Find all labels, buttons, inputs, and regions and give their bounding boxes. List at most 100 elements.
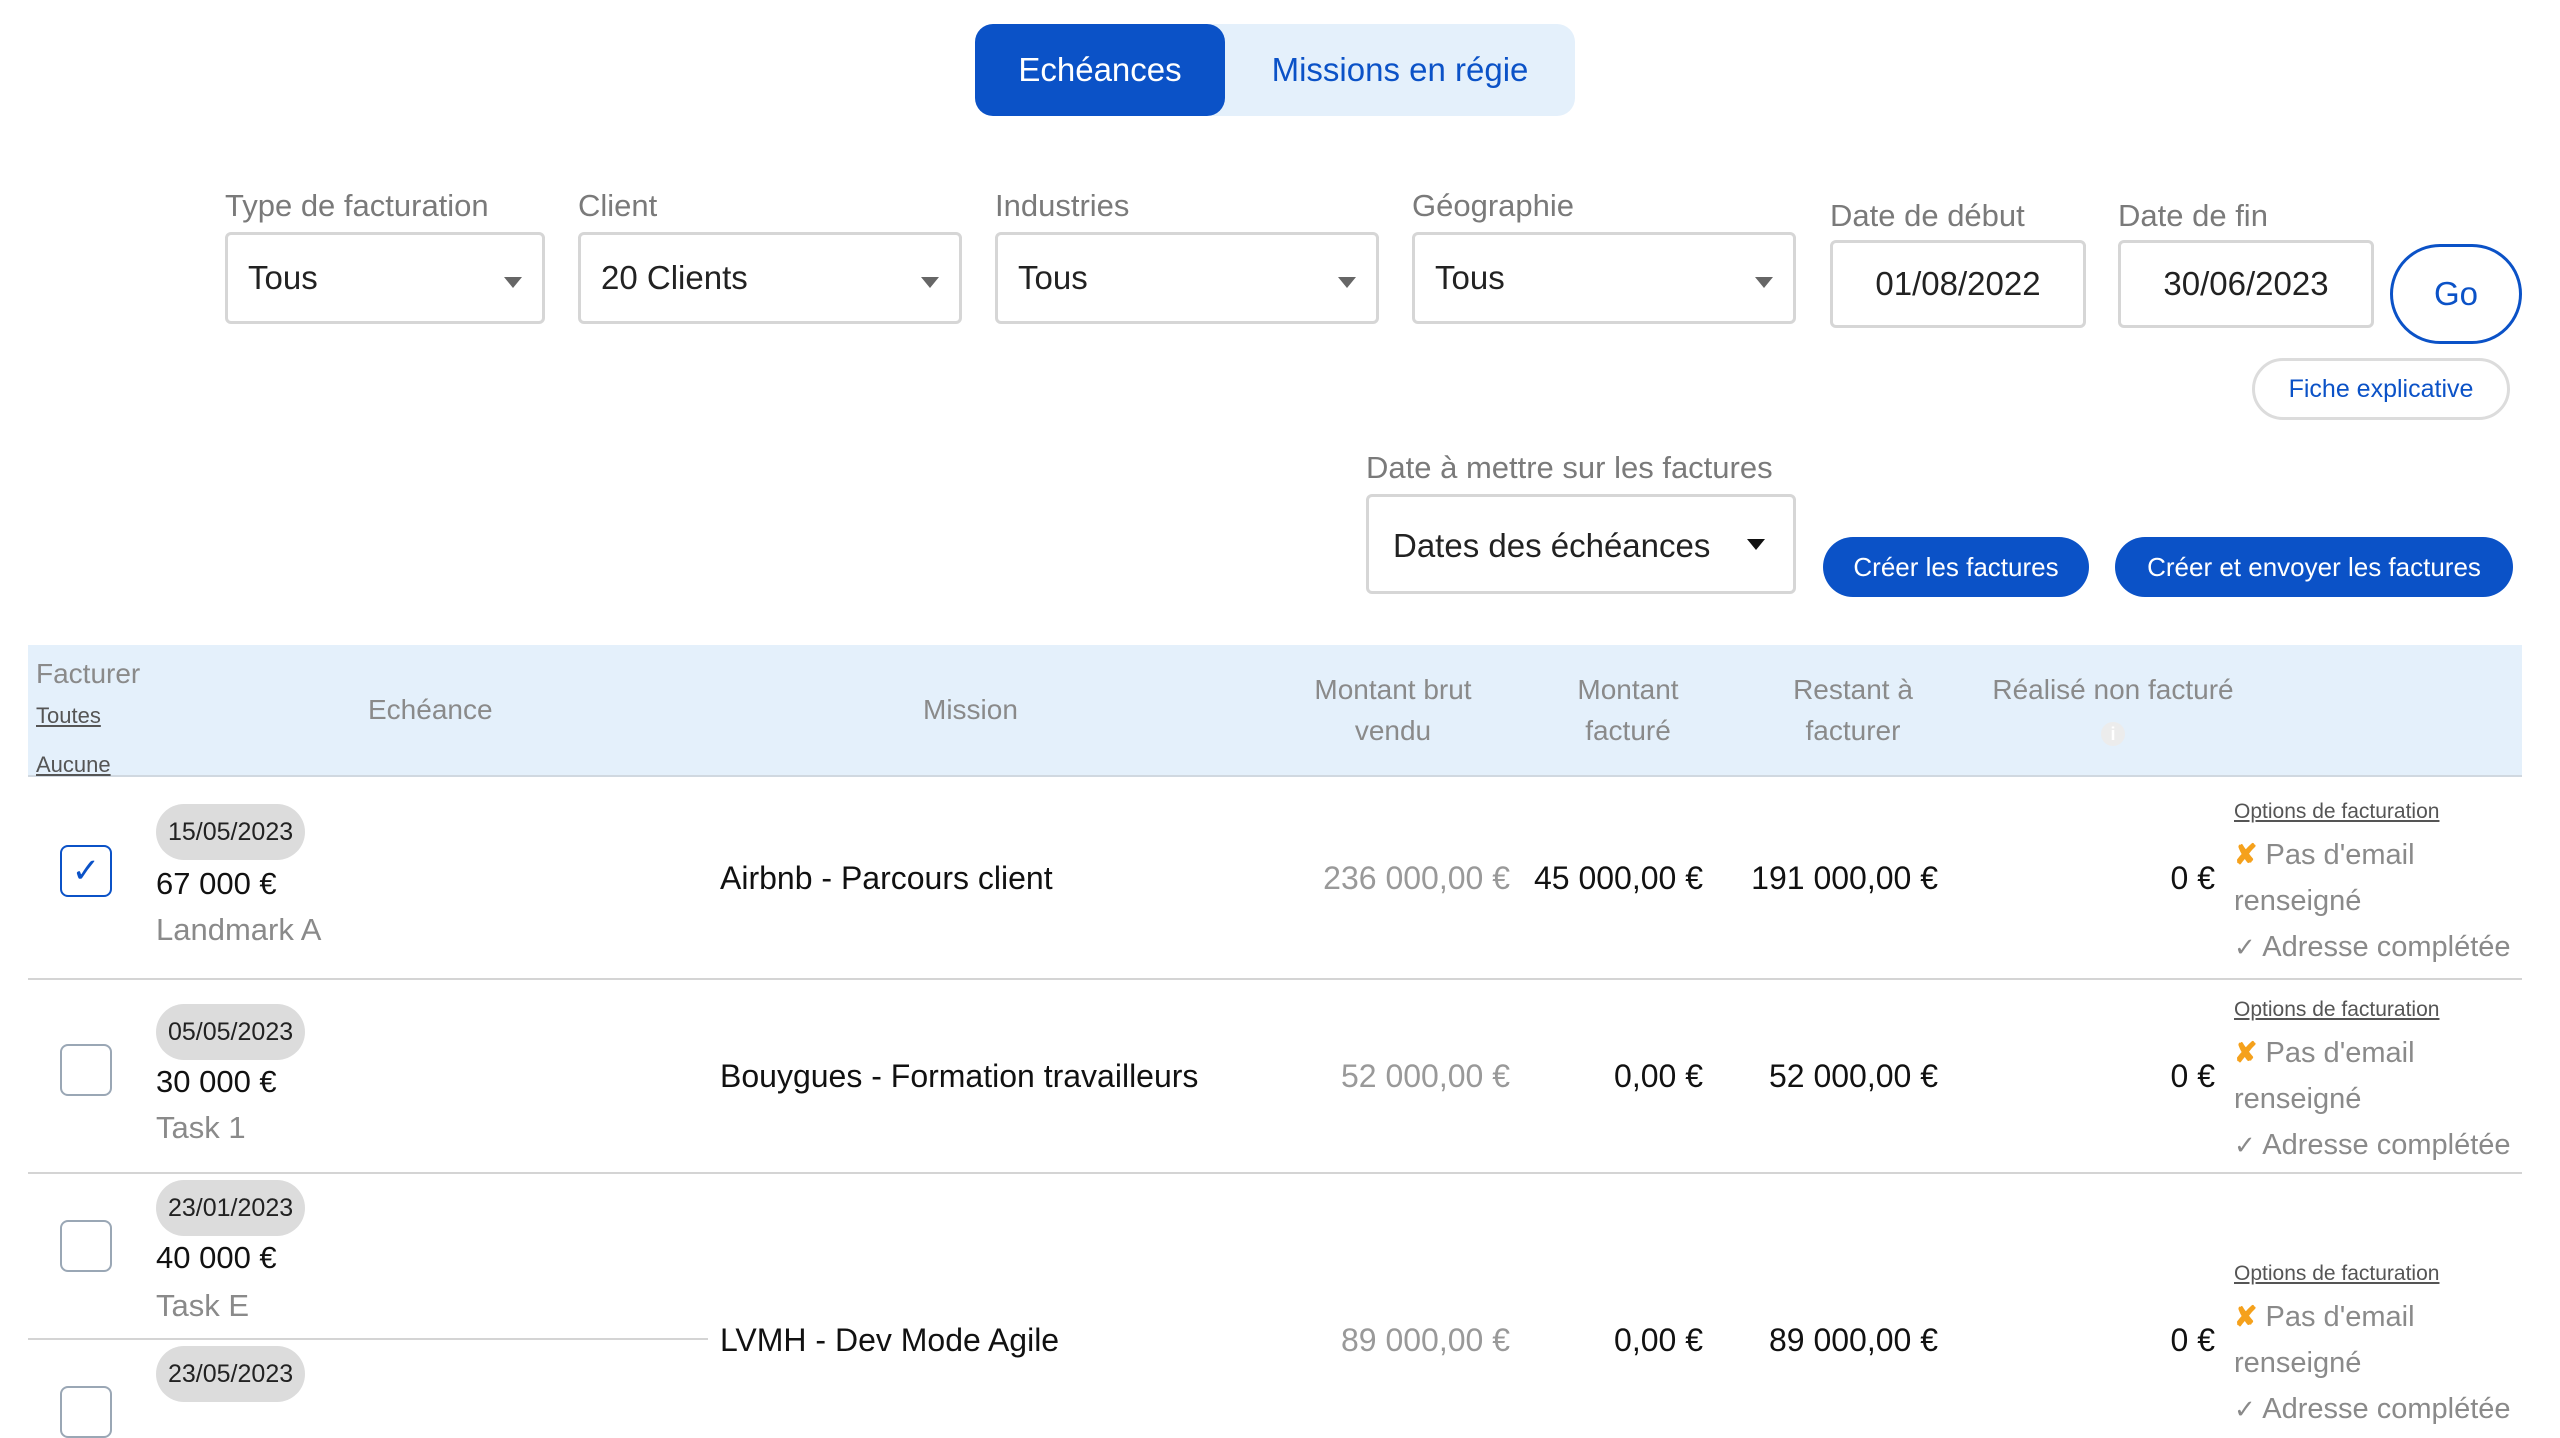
chevron-down-icon xyxy=(921,277,939,288)
check-icon: ✓ xyxy=(71,852,101,890)
billing-options-link[interactable]: Options de facturation xyxy=(2234,998,2439,1022)
due-date-badge: 23/05/2023 xyxy=(156,1346,306,1402)
email-status: ✘ Pas d'email renseigné ✓ Adresse complé… xyxy=(2234,1294,2511,1432)
email-status-line2: renseigné xyxy=(2234,1083,2362,1115)
industries-select[interactable]: Tous xyxy=(995,232,1379,324)
address-status: Adresse complétée xyxy=(2262,1129,2511,1161)
date-fin-input[interactable]: 30/06/2023 xyxy=(2118,240,2374,328)
header-echeance: Echéance xyxy=(368,694,493,725)
caret-down-icon xyxy=(1747,539,1765,550)
email-status: ✘ Pas d'email renseigné ✓ Adresse complé… xyxy=(2234,832,2511,970)
header-realise: Réalisé non facturé i xyxy=(1968,669,2258,751)
due-amount: 30 000 € xyxy=(156,1064,277,1099)
check-icon: ✓ xyxy=(2234,932,2256,962)
task-name: Landmark A xyxy=(156,912,322,947)
header-restant-line2: facturer xyxy=(1805,715,1901,746)
row-divider xyxy=(28,1172,2522,1174)
task-name: Task E xyxy=(156,1288,250,1323)
fiche-explicative-button[interactable]: Fiche explicative xyxy=(2252,358,2510,420)
restant-value: 52 000,00 € xyxy=(1768,1058,1938,1094)
header-montant-brut: Montant brut vendu xyxy=(1268,669,1518,751)
due-date-badge: 15/05/2023 xyxy=(156,804,306,860)
realise-value: 0 € xyxy=(2170,1058,2215,1094)
email-status-line2: renseigné xyxy=(2234,1347,2362,1379)
row-checkbox[interactable] xyxy=(60,1386,112,1438)
montant-brut-value: 236 000,00 € xyxy=(1323,860,1510,896)
table-header: Facturer Toutes Aucune Echéance Mission … xyxy=(28,645,2522,777)
email-status-line1: Pas d'email xyxy=(2265,839,2415,871)
go-button[interactable]: Go xyxy=(2390,244,2522,344)
cross-icon: ✘ xyxy=(2234,1301,2258,1332)
type-facturation-select[interactable]: Tous xyxy=(225,232,545,324)
industries-value: Tous xyxy=(1018,259,1088,296)
chevron-down-icon xyxy=(1755,277,1773,288)
mission-name: Airbnb - Parcours client xyxy=(720,860,1053,896)
invoice-date-label: Date à mettre sur les factures xyxy=(1366,450,1773,485)
header-montant-brut-line1: Montant brut xyxy=(1314,674,1472,705)
type-facturation-value: Tous xyxy=(248,259,318,296)
email-status-line1: Pas d'email xyxy=(2265,1037,2415,1069)
cross-icon: ✘ xyxy=(2234,839,2258,870)
realise-value: 0 € xyxy=(2170,1322,2215,1358)
check-icon: ✓ xyxy=(2234,1394,2256,1424)
cross-icon: ✘ xyxy=(2234,1037,2258,1068)
montant-facture-value: 0,00 € xyxy=(1614,1058,1703,1094)
invoice-date-select[interactable]: Dates des échéances xyxy=(1366,494,1796,594)
client-label: Client xyxy=(578,188,658,223)
row-divider xyxy=(28,978,2522,980)
date-debut-label: Date de début xyxy=(1830,198,2025,233)
address-status: Adresse complétée xyxy=(2262,1393,2511,1425)
realise-value: 0 € xyxy=(2170,860,2215,896)
create-send-invoices-button[interactable]: Créer et envoyer les factures xyxy=(2115,537,2513,597)
tab-missions-en-regie[interactable]: Missions en régie xyxy=(1225,24,1575,116)
client-select[interactable]: 20 Clients xyxy=(578,232,962,324)
montant-facture-value: 0,00 € xyxy=(1614,1322,1703,1358)
chevron-down-icon xyxy=(1338,277,1356,288)
geographie-value: Tous xyxy=(1435,259,1505,296)
header-realise-text: Réalisé non facturé xyxy=(1992,674,2234,705)
email-status-line1: Pas d'email xyxy=(2265,1301,2415,1333)
select-all-link[interactable]: Toutes xyxy=(36,703,101,729)
header-facturer: Facturer xyxy=(36,658,141,689)
due-amount: 67 000 € xyxy=(156,866,277,901)
check-icon: ✓ xyxy=(2234,1130,2256,1160)
mission-name: Bouygues - Formation travailleurs xyxy=(720,1058,1199,1094)
date-debut-input[interactable]: 01/08/2022 xyxy=(1830,240,2086,328)
create-invoices-button[interactable]: Créer les factures xyxy=(1823,537,2089,597)
select-none-link[interactable]: Aucune xyxy=(36,752,111,778)
invoice-date-value: Dates des échéances xyxy=(1393,527,1711,564)
due-date-badge: 23/01/2023 xyxy=(156,1180,306,1236)
email-status: ✘ Pas d'email renseigné ✓ Adresse complé… xyxy=(2234,1030,2511,1168)
view-tabs: Echéances Missions en régie xyxy=(975,24,1575,116)
task-name: Task 1 xyxy=(156,1110,246,1145)
header-montant-brut-line2: vendu xyxy=(1354,715,1432,746)
restant-value: 191 000,00 € xyxy=(1751,860,1938,896)
geographie-label: Géographie xyxy=(1412,188,1575,223)
billing-options-link[interactable]: Options de facturation xyxy=(2234,800,2439,824)
billing-options-link[interactable]: Options de facturation xyxy=(2234,1262,2439,1286)
header-montant-facture: Montant facturé xyxy=(1528,669,1728,751)
due-amount: 40 000 € xyxy=(156,1240,277,1275)
sub-row-divider xyxy=(28,1338,708,1340)
header-montant-facture-line1: Montant xyxy=(1577,674,1679,705)
header-restant: Restant à facturer xyxy=(1738,669,1968,751)
header-montant-facture-line2: facturé xyxy=(1585,715,1671,746)
montant-brut-value: 89 000,00 € xyxy=(1340,1322,1510,1358)
info-icon[interactable]: i xyxy=(2101,722,2125,746)
date-fin-label: Date de fin xyxy=(2118,198,2268,233)
address-status: Adresse complétée xyxy=(2262,931,2511,963)
type-facturation-label: Type de facturation xyxy=(225,188,489,223)
row-checkbox[interactable]: ✓ xyxy=(60,845,112,897)
montant-facture-value: 45 000,00 € xyxy=(1533,860,1703,896)
email-status-line2: renseigné xyxy=(2234,885,2362,917)
geographie-select[interactable]: Tous xyxy=(1412,232,1796,324)
header-mission: Mission xyxy=(923,694,1018,725)
row-checkbox[interactable] xyxy=(60,1044,112,1096)
header-restant-line1: Restant à xyxy=(1793,674,1913,705)
chevron-down-icon xyxy=(504,277,522,288)
due-date-badge: 05/05/2023 xyxy=(156,1004,306,1060)
tab-echeances[interactable]: Echéances xyxy=(975,24,1225,116)
montant-brut-value: 52 000,00 € xyxy=(1340,1058,1510,1094)
row-checkbox[interactable] xyxy=(60,1220,112,1272)
industries-label: Industries xyxy=(995,188,1130,223)
